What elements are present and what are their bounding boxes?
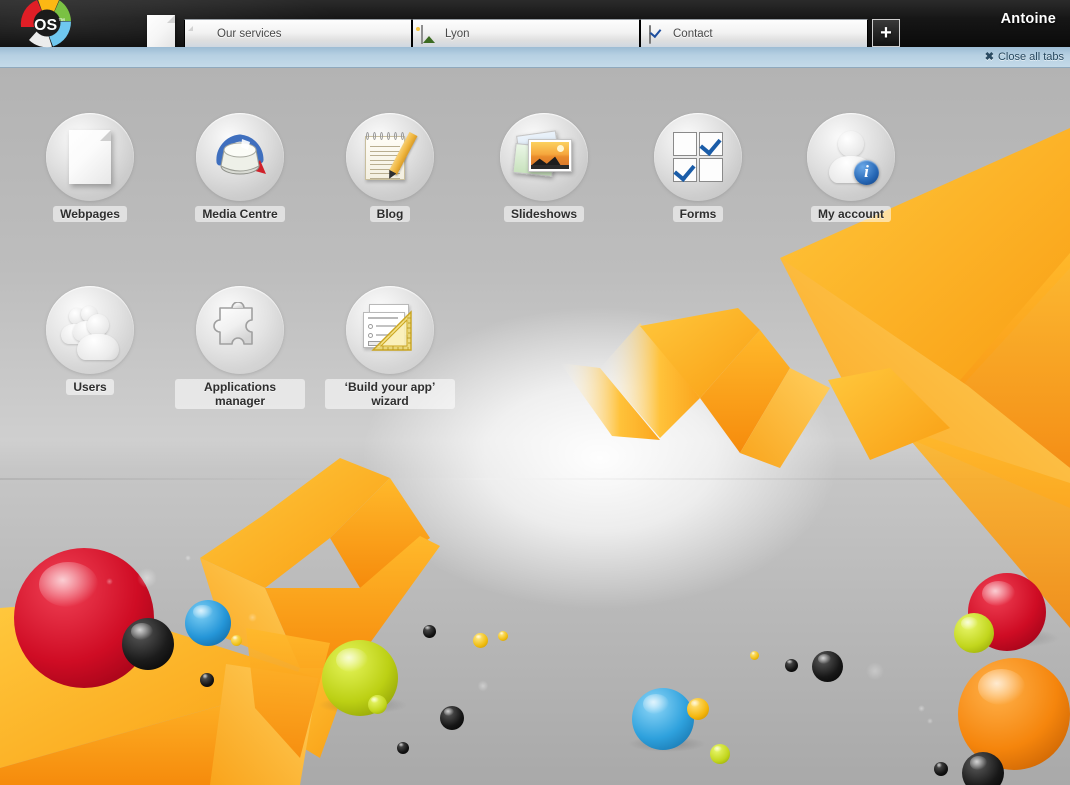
desktop-icon-label: Media Centre xyxy=(195,206,285,222)
svg-text:™: ™ xyxy=(58,18,65,25)
sphere-black-tiny-3 xyxy=(934,762,948,776)
sphere-black-tiny-2 xyxy=(397,742,409,754)
info-badge-icon: i xyxy=(854,160,879,185)
desktop-icon-blog[interactable]: Blog xyxy=(325,113,455,223)
sphere-green-tiny-2 xyxy=(710,744,730,764)
icon-circle xyxy=(196,286,284,374)
notepad-pencil-icon xyxy=(363,130,418,184)
sphere-shadow-blue xyxy=(628,736,706,752)
desktop-icon-label: Applications manager xyxy=(175,379,305,409)
icon-circle xyxy=(500,113,588,201)
icon-circle xyxy=(46,113,134,201)
checkboxes-icon xyxy=(673,132,723,182)
checkbox-checked xyxy=(673,158,697,182)
icon-circle xyxy=(46,286,134,374)
desktop-icon-label: Forms xyxy=(672,206,724,222)
tab-strip: Our services Lyon Contact + xyxy=(138,13,900,47)
desktop-icon-webpages[interactable]: Webpages xyxy=(25,113,155,223)
desktop-icon-label: My account xyxy=(810,206,891,222)
application-window: Webpages Media Centre Blog Slideshows Fo… xyxy=(0,0,1070,785)
close-all-tabs-label: Close all tabs xyxy=(997,50,1064,63)
document-icon xyxy=(193,26,209,42)
close-x-icon: ✖ xyxy=(984,51,994,63)
svg-text:OS: OS xyxy=(34,17,57,34)
user-info-icon: i xyxy=(825,131,879,185)
icon-circle xyxy=(196,113,284,201)
new-tab-button[interactable]: + xyxy=(872,19,900,47)
os-logo-icon[interactable]: OS ™ xyxy=(4,0,90,58)
tab-contact[interactable]: Contact xyxy=(640,19,868,47)
close-all-tabs-bar: ✖ Close all tabs xyxy=(0,47,1070,68)
icon-circle xyxy=(346,286,434,374)
desktop-icon-my-account[interactable]: i My account xyxy=(786,113,916,223)
checkbox-checked xyxy=(699,132,723,156)
icon-circle xyxy=(654,113,742,201)
checkbox-unchecked xyxy=(673,132,697,156)
tab-our-services[interactable]: Our services xyxy=(184,19,412,47)
icon-circle xyxy=(346,113,434,201)
tab-label: Contact xyxy=(673,27,713,40)
dial-knob-icon xyxy=(216,134,266,175)
close-all-tabs-button[interactable]: ✖ Close all tabs xyxy=(984,50,1064,64)
plus-icon: + xyxy=(880,22,892,44)
picture-icon xyxy=(421,24,437,44)
document-icon xyxy=(147,15,175,47)
tab-label: Our services xyxy=(217,27,282,40)
desktop-icon-forms[interactable]: Forms xyxy=(633,113,763,223)
photos-icon xyxy=(512,130,574,183)
tab-lyon[interactable]: Lyon xyxy=(412,19,640,47)
checkbox-icon xyxy=(649,24,665,44)
desktop-icon-applications-manager[interactable]: Applications manager xyxy=(175,286,305,410)
desktop-icon-label: Users xyxy=(66,379,114,395)
users-group-icon xyxy=(61,306,119,360)
document-icon xyxy=(69,130,111,184)
desktop-icon-label: Blog xyxy=(369,206,411,222)
desktop-icon-label: Webpages xyxy=(53,206,127,222)
checkbox-unchecked xyxy=(699,158,723,182)
tab-active-new-page[interactable] xyxy=(138,13,184,47)
puzzle-piece-icon xyxy=(213,302,253,345)
title-bar: OS ™ Our services Lyon Contact + Antoine xyxy=(0,0,1070,48)
sphere-black-right xyxy=(962,752,1004,785)
tab-label: Lyon xyxy=(445,27,470,40)
desktop-icon-label: Slideshows xyxy=(503,206,585,222)
desktop-icon-slideshows[interactable]: Slideshows xyxy=(479,113,609,223)
desktop-icon-label: ‘Build your app’ wizard xyxy=(325,379,455,409)
desktop-icon-build-your-app-wizard[interactable]: ‘Build your app’ wizard xyxy=(325,286,455,410)
wizard-ruler-icon xyxy=(361,304,419,356)
user-name-label[interactable]: Antoine xyxy=(1001,11,1056,27)
desktop-icon-media-centre[interactable]: Media Centre xyxy=(175,113,305,223)
desktop-icon-grid: Webpages Media Centre Blog Slideshows Fo… xyxy=(0,0,1070,717)
icon-circle: i xyxy=(807,113,895,201)
dust-particle xyxy=(927,718,933,724)
desktop-icon-users[interactable]: Users xyxy=(25,286,155,396)
